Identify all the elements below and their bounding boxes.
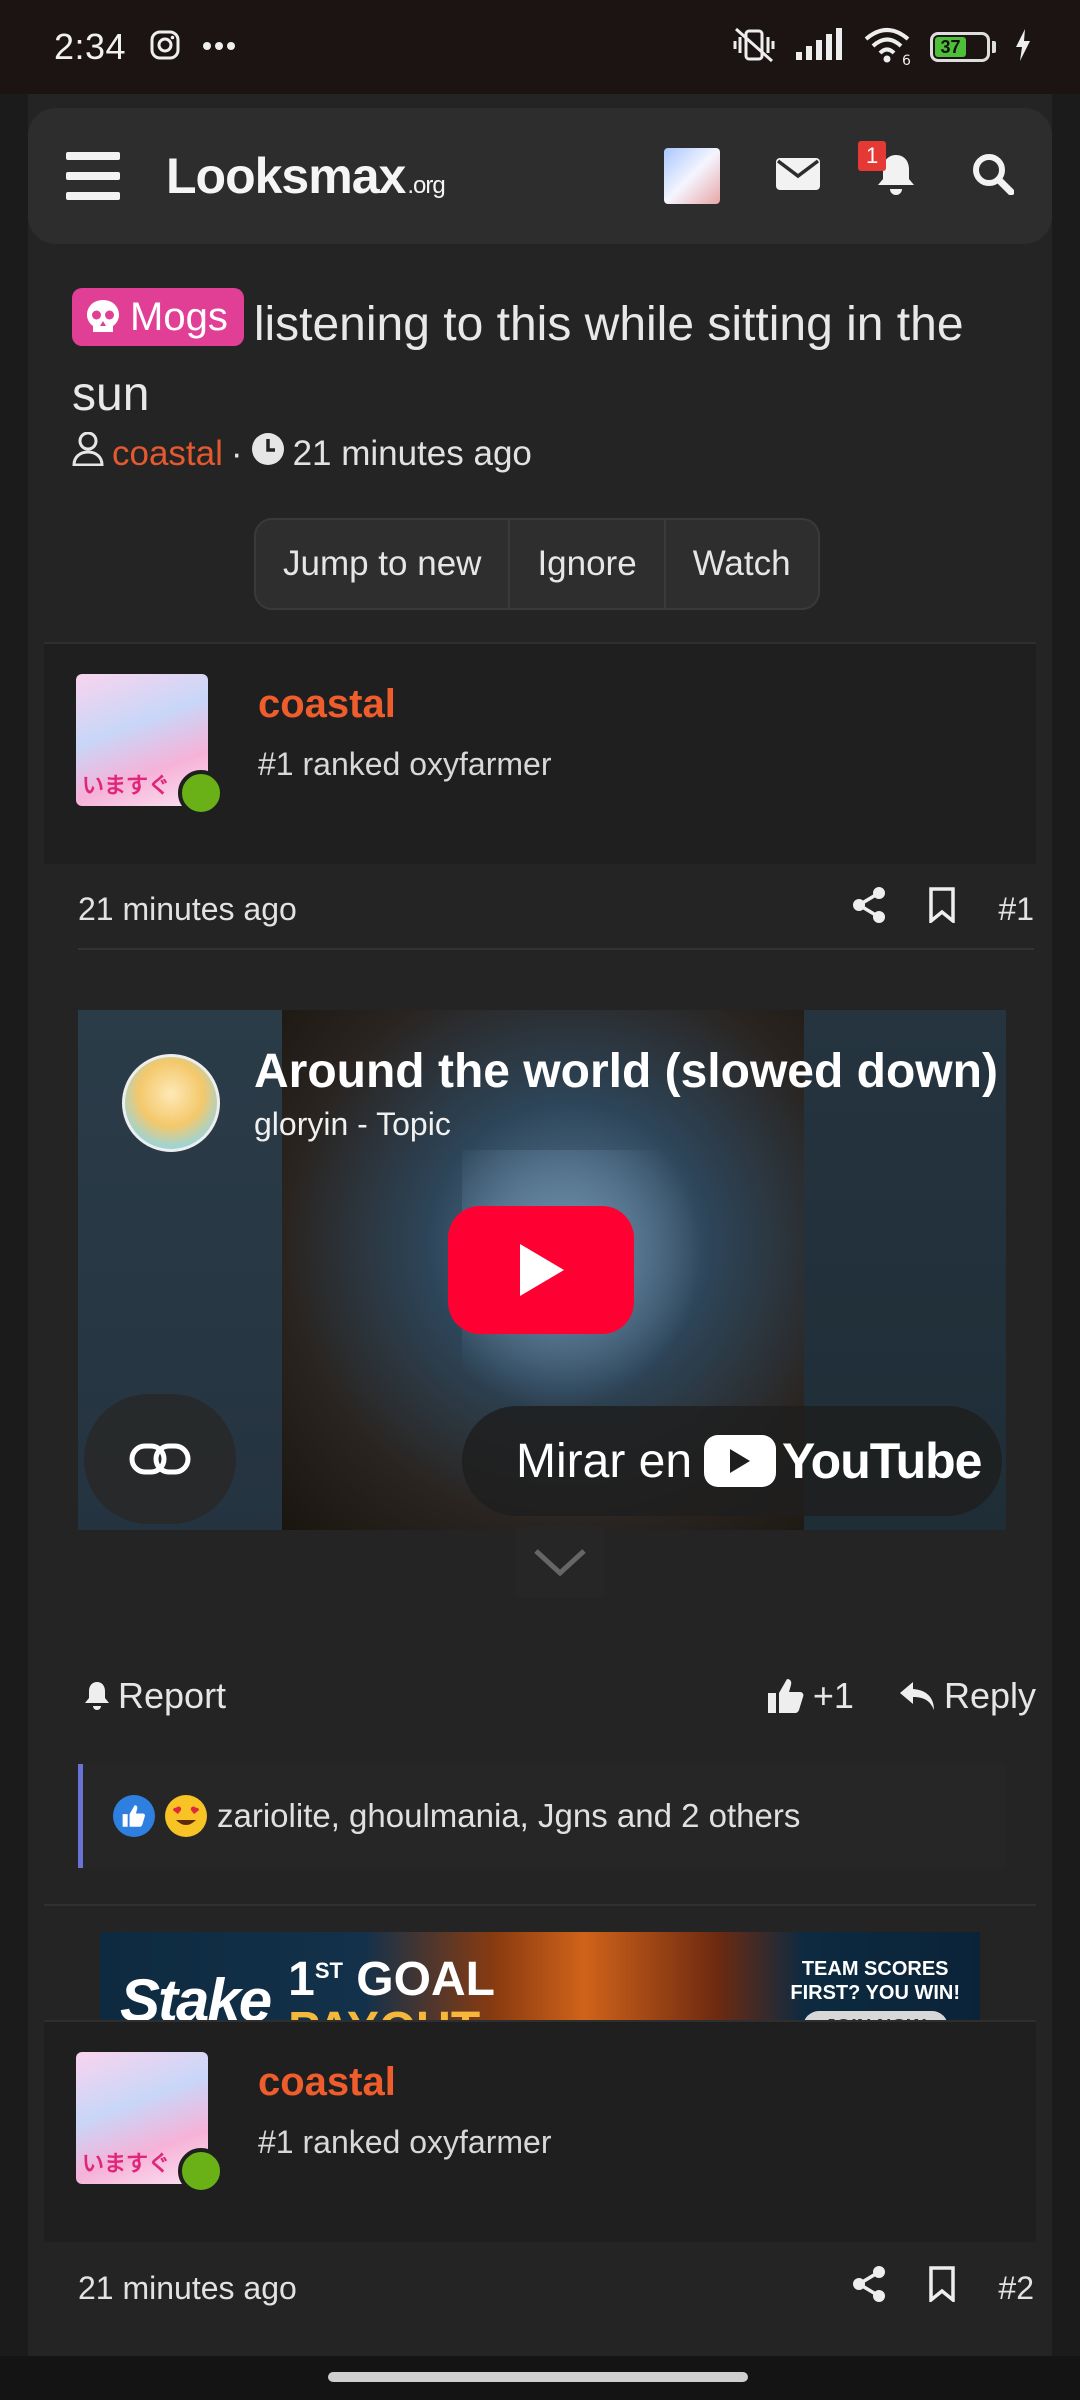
user-icon [72,431,104,475]
like-reaction-icon [113,1795,155,1837]
play-button[interactable] [448,1206,634,1334]
status-bar: 2:34 6 37 [0,0,1080,94]
expand-toggle[interactable] [516,1526,604,1598]
channel-avatar[interactable] [122,1054,220,1152]
thread-time: 21 minutes ago [292,433,532,473]
status-time: 2:34 [54,26,127,67]
bell-icon [876,154,916,199]
search-icon[interactable] [972,153,1015,200]
post-time[interactable]: 21 minutes ago [78,2270,297,2307]
bell-icon [85,1682,109,1710]
post-author-name[interactable]: coastal [258,2060,396,2105]
thread-author[interactable]: coastal [112,434,223,474]
post-time[interactable]: 21 minutes ago [78,891,297,928]
youtube-embed[interactable]: Around the world (slowed down) gloryin -… [78,1010,1006,1530]
thumbs-up-icon [767,1679,804,1713]
report-label: Report [118,1675,227,1716]
watch-label: Mirar en [516,1434,693,1488]
prefix-label: Mogs [130,295,228,339]
chevron-down-icon [534,1549,586,1577]
post-author-title: #1 ranked oxyfarmer [258,2124,552,2160]
online-indicator [178,2148,224,2194]
jump-to-new-button[interactable]: Jump to new [256,520,511,608]
play-icon [520,1244,564,1296]
online-indicator [178,770,224,816]
post-author-name[interactable]: coastal [258,682,396,727]
reactions-bar[interactable]: zariolite, ghoulmania, Jgns and 2 others [78,1764,1006,1868]
mail-icon[interactable] [776,157,820,195]
link-icon [129,1443,191,1475]
post-meta: 21 minutes ago #1 [78,870,1034,950]
thread-actions: Jump to new Ignore Watch [254,518,820,610]
signal-icon [794,27,844,67]
bookmark-icon[interactable] [928,2266,956,2310]
post-user-block: いますぐ coastal #1 ranked oxyfarmer [44,2020,1036,2264]
reactions-text: zariolite, ghoulmania, Jgns and 2 others [217,1797,801,1834]
notification-badge: 1 [858,140,887,171]
thread-title: Mogs listening to this while sitting in … [72,288,1052,430]
post-user-block: いますぐ coastal #1 ranked oxyfarmer [44,642,1036,886]
logo-suffix: .org [407,172,445,199]
post-meta: 21 minutes ago #2 [78,2248,1034,2328]
user-avatar[interactable] [664,148,720,204]
heart-eyes-reaction-icon [165,1795,207,1837]
logo-main: Looksmax [166,148,406,204]
share-icon[interactable] [852,2266,886,2310]
top-navbar: Looksmax .org 1 [28,108,1052,244]
home-gesture-bar[interactable] [328,2372,748,2382]
charging-icon [1014,28,1032,66]
thread-meta: coastal · 21 minutes ago [72,431,532,475]
like-button[interactable]: +1 [767,1675,854,1717]
ignore-button[interactable]: Ignore [510,520,666,608]
report-button[interactable]: Report [84,1675,226,1717]
battery-level: 37 [935,37,966,57]
post-number[interactable]: #1 [998,891,1034,928]
site-logo[interactable]: Looksmax .org [166,147,446,205]
menu-icon[interactable] [66,152,120,200]
thread-prefix[interactable]: Mogs [72,288,244,346]
svg-text:6: 6 [902,53,911,65]
video-channel[interactable]: gloryin - Topic [254,1106,451,1143]
post-author-title: #1 ranked oxyfarmer [258,746,552,782]
notifications-button[interactable]: 1 [858,140,916,200]
reply-label: Reply [943,1675,1036,1716]
clock-icon [251,432,285,475]
more-dots-icon [202,38,236,56]
bookmark-icon[interactable] [928,887,956,931]
post-number[interactable]: #2 [998,2270,1034,2307]
reply-icon [899,1682,934,1710]
vibrate-mute-icon [732,25,776,70]
skull-icon [87,300,119,332]
copy-link-button[interactable] [84,1394,236,1524]
watch-button[interactable]: Watch [666,520,818,608]
youtube-wordmark: YouTube [782,1433,982,1489]
instagram-icon [150,30,180,65]
watch-on-youtube-button[interactable]: Mirar en YouTube [462,1406,1002,1516]
share-icon[interactable] [852,887,886,931]
post-actions: Report +1 Reply [84,1666,1036,1726]
reply-button[interactable]: Reply [898,1675,1036,1717]
like-count: +1 [812,1675,854,1716]
video-title[interactable]: Around the world (slowed down) [254,1044,998,1099]
battery-indicator: 37 [930,32,996,62]
meta-separator: · [230,433,243,473]
youtube-icon [704,1435,777,1487]
wifi-icon: 6 [862,25,912,70]
app-container: Looksmax .org 1 Mogs listening to this w… [28,94,1052,2356]
